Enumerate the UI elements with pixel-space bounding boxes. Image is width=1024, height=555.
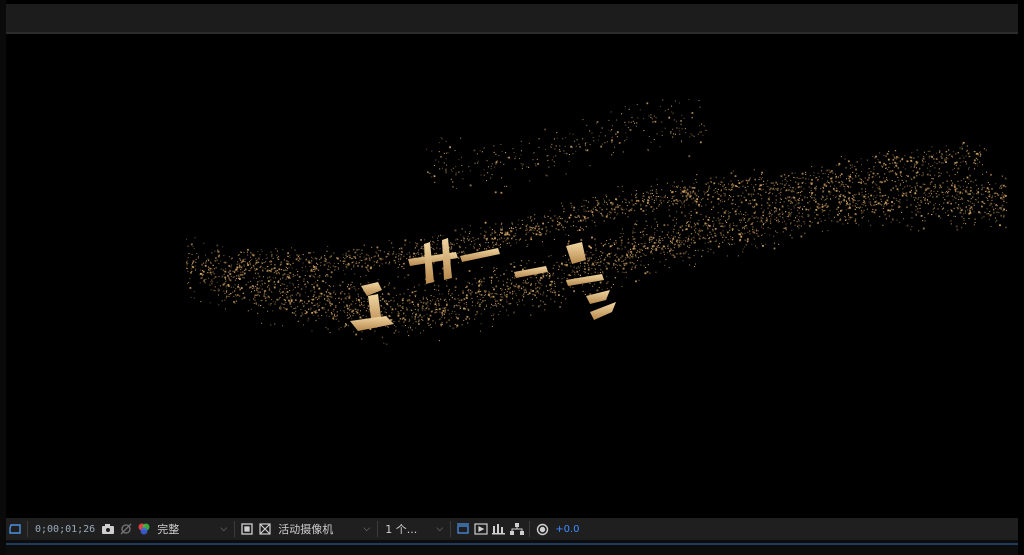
glyph-fragment-1 xyxy=(350,282,394,331)
pixel-aspect-icon[interactable] xyxy=(454,520,472,538)
toolbar-separator xyxy=(450,521,452,537)
show-snapshot-icon[interactable] xyxy=(117,520,135,538)
toolbar-separator xyxy=(234,521,236,537)
resolution-value: 完整 xyxy=(157,523,180,536)
resolution-dropdown[interactable]: 完整 ⌵ xyxy=(153,521,231,537)
channel-color-icon[interactable] xyxy=(135,520,153,538)
toolbar-separator xyxy=(27,521,28,537)
chevron-down-icon: ⌵ xyxy=(220,524,228,534)
current-time-display[interactable]: 0;00;01;26 xyxy=(31,524,99,535)
viewer-toolbar: 0;00;01;26 完整 ⌵ 活动摄像机 ⌵ 1 个... ⌵ +0.0 xyxy=(6,518,1018,540)
composition-panel-header xyxy=(6,4,1018,32)
views-value: 1 个... xyxy=(385,523,418,536)
chevron-down-icon: ⌵ xyxy=(363,524,371,534)
region-of-interest-icon[interactable] xyxy=(6,520,24,538)
active-camera-dropdown[interactable]: 活动摄像机 ⌵ xyxy=(274,521,374,537)
panel-footer-accent xyxy=(6,543,1018,545)
composition-viewer[interactable] xyxy=(6,34,1018,518)
chevron-down-icon: ⌵ xyxy=(436,524,444,534)
fast-previews-icon[interactable] xyxy=(472,520,490,538)
toolbar-separator xyxy=(377,521,379,537)
toolbar-separator xyxy=(529,521,531,537)
fast-preview-icon[interactable] xyxy=(238,520,256,538)
views-layout-dropdown[interactable]: 1 个... ⌵ xyxy=(381,521,447,537)
timeline-icon[interactable] xyxy=(490,520,508,538)
camera-value: 活动摄像机 xyxy=(278,523,334,536)
panel-footer xyxy=(6,540,1018,555)
reset-exposure-icon[interactable] xyxy=(533,520,551,538)
particle-text-render xyxy=(186,99,1008,345)
exposure-value[interactable]: +0.0 xyxy=(551,524,583,535)
transparency-grid-icon[interactable] xyxy=(256,520,274,538)
camera-snapshot-icon[interactable] xyxy=(99,520,117,538)
flowchart-icon[interactable] xyxy=(508,520,526,538)
